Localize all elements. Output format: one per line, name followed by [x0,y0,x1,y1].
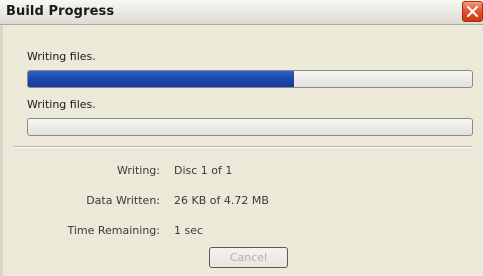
build-progress-dialog: Build Progress Writing files. Writing fi… [0,0,483,276]
title-bar[interactable]: Build Progress [0,0,483,25]
progress-bar-1 [27,70,473,88]
window-title: Build Progress [6,4,115,19]
writing-label: Writing: [117,164,160,177]
close-x-icon [467,6,478,17]
progress-label-1: Writing files. [27,50,96,63]
writing-value: Disc 1 of 1 [174,164,233,177]
time-remaining-value: 1 sec [174,224,204,237]
data-written-label: Data Written: [86,194,160,207]
progress-bar-1-fill [28,71,295,87]
progress-bar-2 [27,118,473,136]
separator-line [14,146,472,148]
progress-label-2: Writing files. [27,98,96,111]
data-written-value: 26 KB of 4.72 MB [174,194,269,207]
time-remaining-label: Time Remaining: [67,224,160,237]
close-button[interactable] [462,1,483,22]
cancel-button[interactable]: Cancel [209,247,288,268]
window-left-border [0,25,3,276]
